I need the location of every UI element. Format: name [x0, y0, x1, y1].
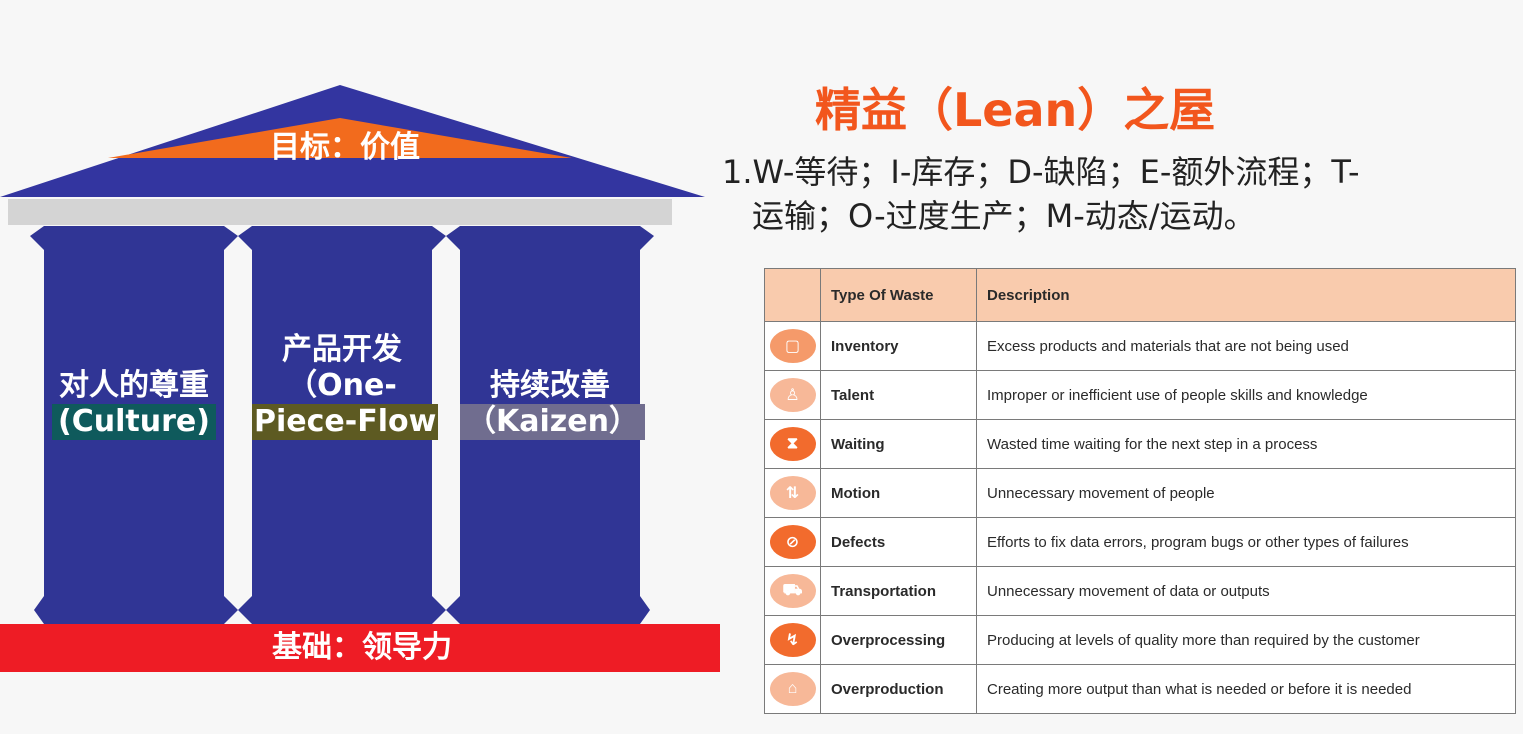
- icon-cell: ⇅: [764, 468, 821, 518]
- header-icon-col: [764, 268, 821, 322]
- waste-type: Overprocessing: [820, 615, 977, 665]
- arrows-icon: ⇅: [769, 476, 816, 510]
- table-row: ⌂ Overproduction Creating more output than…: [764, 664, 1516, 714]
- icon-cell: ▢: [764, 321, 821, 371]
- table-header-row: Type Of Waste Description: [764, 268, 1516, 322]
- truck-icon: ⛟: [769, 574, 816, 608]
- waste-type: Motion: [820, 468, 977, 518]
- pillar-culture-text: 对人的尊重 (Culture): [44, 368, 224, 440]
- lightning-icon: ↯: [769, 623, 816, 657]
- waste-type: Overproduction: [820, 664, 977, 714]
- waste-description: Excess products and materials that are n…: [976, 321, 1516, 371]
- beam: [8, 199, 672, 225]
- header-description: Description: [976, 268, 1516, 322]
- pillar-kaizen-title: 持续改善: [490, 368, 610, 403]
- description-line-1: 1.W-等待；I-库存；D-缺陷；E-额外流程；T-: [722, 153, 1360, 191]
- waste-acronym-description: 1.W-等待；I-库存；D-缺陷；E-额外流程；T- 运输；O-过度生产；M-动…: [722, 150, 1522, 238]
- base-label: 基础：领导力: [272, 630, 452, 665]
- page-title: 精益（Lean）之屋: [815, 83, 1216, 137]
- icon-cell: ↯: [764, 615, 821, 665]
- table-row: ⧗ Waiting Wasted time waiting for the next…: [764, 419, 1516, 469]
- pillar-kaizen-text: 持续改善 （Kaizen）: [460, 368, 645, 440]
- waste-type: Transportation: [820, 566, 977, 616]
- table-row: ⛟ Transportation Unnecessary movement of d…: [764, 566, 1516, 616]
- waste-description: Unnecessary movement of data or outputs: [976, 566, 1516, 616]
- hourglass-icon: ⧗: [769, 427, 816, 461]
- waste-description: Efforts to fix data errors, program bugs…: [976, 517, 1516, 567]
- icon-cell: ⌂: [764, 664, 821, 714]
- waste-description: Wasted time waiting for the next step in…: [976, 419, 1516, 469]
- icon-cell: ♙: [764, 370, 821, 420]
- icon-cell: ⊘: [764, 517, 821, 567]
- waste-type: Defects: [820, 517, 977, 567]
- header-type: Type Of Waste: [820, 268, 977, 322]
- factory-icon: ⌂: [769, 672, 816, 706]
- table-row: ⊘ Defects Efforts to fix data errors, prog…: [764, 517, 1516, 567]
- table-row: ▢ Inventory Excess products and materials …: [764, 321, 1516, 371]
- description-line-2: 运输；O-过度生产；M-动态/运动。: [752, 197, 1256, 235]
- person-icon: ♙: [769, 378, 816, 412]
- waste-description: Unnecessary movement of people: [976, 468, 1516, 518]
- waste-type: Inventory: [820, 321, 977, 371]
- pillar-culture-title: 对人的尊重: [59, 368, 209, 403]
- table-row: ↯ Overprocessing Producing at levels of qu…: [764, 615, 1516, 665]
- box-icon: ▢: [769, 329, 816, 363]
- waste-type: Talent: [820, 370, 977, 420]
- lean-house-diagram: 目标：价值 对人的尊重 (Culture) 产品开发 （One- Piece-F…: [0, 0, 724, 730]
- pillar-kaizen-subtitle: （Kaizen）: [460, 404, 645, 440]
- icon-cell: ⧗: [764, 419, 821, 469]
- waste-types-table: Type Of Waste Description ▢ Inventory Exce…: [764, 268, 1516, 714]
- pillar-culture-subtitle: (Culture): [52, 404, 216, 440]
- table-row: ♙ Talent Improper or inefficient use of pe…: [764, 370, 1516, 420]
- roof-label: 目标：价值: [270, 130, 420, 165]
- no-sign-icon: ⊘: [769, 525, 816, 559]
- pillar-flow-subtitle-2: Piece-Flow: [252, 404, 439, 440]
- table-row: ⇅ Motion Unnecessary movement of people: [764, 468, 1516, 518]
- waste-type: Waiting: [820, 419, 977, 469]
- icon-cell: ⛟: [764, 566, 821, 616]
- waste-description: Creating more output than what is needed…: [976, 664, 1516, 714]
- pillar-flow-subtitle: （One-: [287, 368, 397, 403]
- pillar-flow-title: 产品开发: [282, 332, 402, 367]
- pillar-flow-text: 产品开发 （One- Piece-Flow: [252, 332, 439, 440]
- waste-description: Producing at levels of quality more than…: [976, 615, 1516, 665]
- waste-description: Improper or inefficient use of people sk…: [976, 370, 1516, 420]
